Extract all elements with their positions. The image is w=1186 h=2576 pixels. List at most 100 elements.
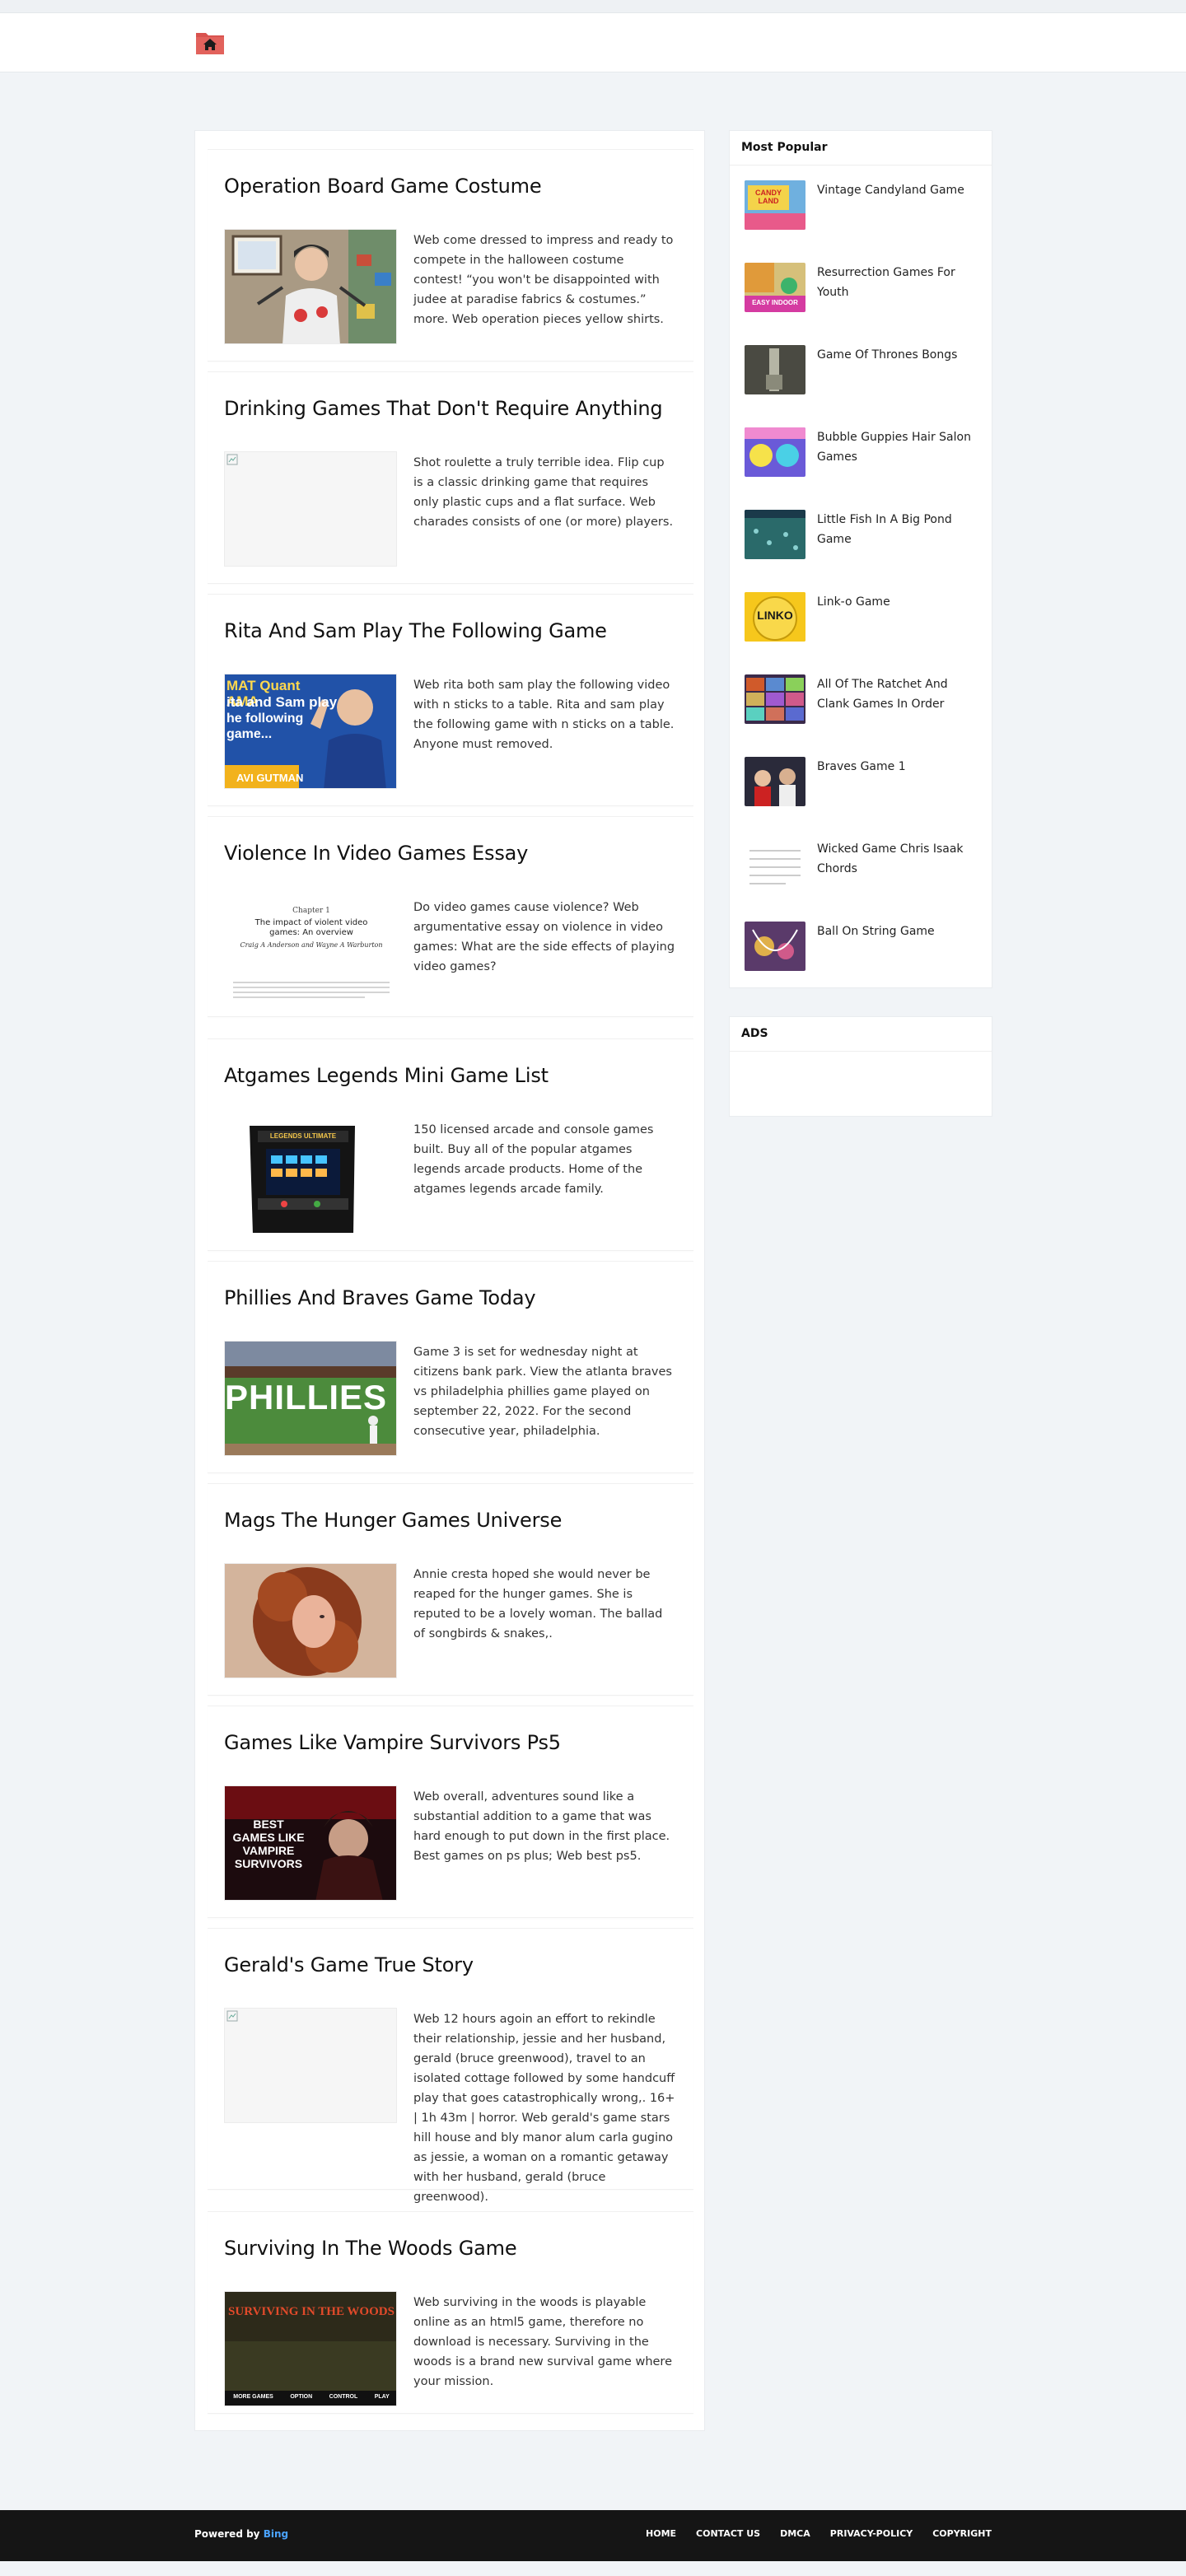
popular-item[interactable]: Wicked Game Chris Isaak Chords xyxy=(745,839,983,889)
article-title[interactable]: Mags The Hunger Games Universe xyxy=(224,1509,562,1532)
game-menu-label: CONTROL xyxy=(329,2394,358,2400)
popular-thumbnail[interactable]: EASY INDOOR xyxy=(745,263,805,312)
game-menu-label: PLAY xyxy=(374,2394,390,2400)
ads-panel: ADS xyxy=(729,1016,992,1117)
article-card: Violence In Video Games Essay Chapter 1 … xyxy=(208,816,693,1017)
article-list: Operation Board Game Costume Web come dr… xyxy=(194,130,705,2431)
article-card: Gerald's Game True Story Web 12 hours ag… xyxy=(208,1928,693,2204)
bing-link[interactable]: Bing xyxy=(264,2528,288,2540)
article-title[interactable]: Games Like Vampire Survivors Ps5 xyxy=(224,1731,561,1754)
popular-item-label[interactable]: Little Fish In A Big Pond Game xyxy=(817,510,982,549)
article-thumbnail[interactable]: SURVIVING IN THE WOODS MORE GAMES OPTION… xyxy=(224,2291,397,2406)
thumbnail-caption: he following game... xyxy=(226,712,304,741)
site-header xyxy=(0,13,1186,72)
popular-item[interactable]: Bubble Guppies Hair Salon Games xyxy=(745,427,983,477)
popular-item[interactable]: EASY INDOOR Resurrection Games For Youth xyxy=(745,263,983,312)
article-summary: Game 3 is set for wednesday night at cit… xyxy=(413,1346,672,1438)
broken-image-icon xyxy=(226,2010,238,2022)
popular-thumbnail[interactable]: CANDY LAND xyxy=(745,180,805,230)
sidebar: Most Popular CANDY LAND Vintage Candylan… xyxy=(729,130,992,1117)
article-thumbnail[interactable]: MAT Quant AMA ita and Sam play he follow… xyxy=(224,674,397,789)
thumbnail-caption: AVI GUTMAN xyxy=(236,772,304,784)
popular-item-label[interactable]: Link-o Game xyxy=(817,592,982,612)
article-title[interactable]: Gerald's Game True Story xyxy=(224,1953,474,1976)
broken-image-icon xyxy=(226,454,238,465)
article-card: Surviving In The Woods Game SURVIVING IN… xyxy=(208,2211,693,2414)
article-card: Phillies And Braves Game Today PHILLIES … xyxy=(208,1261,693,1473)
top-strip xyxy=(0,0,1186,13)
popular-item[interactable]: All Of The Ratchet And Clank Games In Or… xyxy=(745,674,983,724)
article-summary: Web rita both sam play the following vid… xyxy=(413,679,675,751)
article-thumbnail[interactable]: LEGENDS ULTIMATE xyxy=(224,1118,397,1234)
article-title[interactable]: Operation Board Game Costume xyxy=(224,175,542,198)
popular-item[interactable]: Ball On String Game xyxy=(745,922,983,971)
popular-thumbnail[interactable] xyxy=(745,674,805,724)
popular-item-label[interactable]: Vintage Candyland Game xyxy=(817,180,982,200)
article-thumbnail[interactable] xyxy=(224,229,397,344)
article-summary: 150 licensed arcade and console games bu… xyxy=(413,1123,654,1196)
site-footer: Powered by Bing HOME CONTACT US DMCA PRI… xyxy=(0,2510,1186,2561)
article-card: Operation Board Game Costume Web come dr… xyxy=(208,149,693,362)
footer-nav: HOME CONTACT US DMCA PRIVACY-POLICY COPY… xyxy=(646,2528,992,2539)
article-thumbnail[interactable]: PHILLIES xyxy=(224,1341,397,1456)
popular-thumbnail[interactable] xyxy=(745,922,805,971)
thumbnail-caption: LEGENDS ULTIMATE xyxy=(269,1132,337,1140)
article-thumbnail[interactable]: BEST GAMES LIKE VAMPIRE SURVIVORS xyxy=(224,1785,397,1901)
article-summary: Shot roulette a truly terrible idea. Fli… xyxy=(413,456,674,529)
popular-item[interactable]: CANDY LAND Vintage Candyland Game xyxy=(745,180,983,230)
thumbnail-caption: EASY INDOOR xyxy=(752,299,798,306)
popular-item-label[interactable]: Resurrection Games For Youth xyxy=(817,263,982,302)
popular-thumbnail[interactable] xyxy=(745,757,805,806)
popular-item-label[interactable]: Bubble Guppies Hair Salon Games xyxy=(817,427,982,467)
article-summary: Web 12 hours agoin an effort to rekindle… xyxy=(413,2013,675,2204)
popular-item[interactable]: Game Of Thrones Bongs xyxy=(745,345,983,394)
popular-item-label[interactable]: Ball On String Game xyxy=(817,922,982,941)
home-icon[interactable] xyxy=(194,28,226,56)
article-card: Atgames Legends Mini Game List LEGENDS U… xyxy=(208,1038,693,1251)
footer-link-home[interactable]: HOME xyxy=(646,2528,676,2539)
article-title[interactable]: Drinking Games That Don't Require Anythi… xyxy=(224,397,663,420)
footer-link-dmca[interactable]: DMCA xyxy=(780,2528,810,2539)
popular-item-label[interactable]: Braves Game 1 xyxy=(817,757,982,777)
powered-by-label: Powered by xyxy=(194,2528,260,2540)
game-menu-label: MORE GAMES xyxy=(233,2394,273,2400)
article-thumbnail[interactable] xyxy=(224,2008,397,2123)
popular-item[interactable]: Braves Game 1 xyxy=(745,757,983,806)
article-thumbnail[interactable]: Chapter 1 The impact of violent video ga… xyxy=(224,896,397,1011)
thumbnail-caption: PHILLIES xyxy=(225,1378,388,1416)
article-card: Mags The Hunger Games Universe Annie cre… xyxy=(208,1483,693,1696)
article-title[interactable]: Violence In Video Games Essay xyxy=(224,842,528,865)
article-card: Drinking Games That Don't Require Anythi… xyxy=(208,371,693,584)
popular-thumbnail[interactable] xyxy=(745,427,805,477)
popular-item[interactable]: LINKO Link-o Game xyxy=(745,592,983,642)
footer-link-privacy[interactable]: PRIVACY-POLICY xyxy=(830,2528,913,2539)
most-popular-panel: Most Popular CANDY LAND Vintage Candylan… xyxy=(729,130,992,988)
article-thumbnail[interactable] xyxy=(224,451,397,567)
popular-thumbnail[interactable] xyxy=(745,839,805,889)
article-title[interactable]: Surviving In The Woods Game xyxy=(224,2237,517,2260)
ads-heading: ADS xyxy=(730,1017,992,1052)
article-title[interactable]: Phillies And Braves Game Today xyxy=(224,1286,536,1309)
article-summary: Web surviving in the woods is playable o… xyxy=(413,2296,672,2388)
popular-item-label[interactable]: Wicked Game Chris Isaak Chords xyxy=(817,839,982,879)
article-card: Games Like Vampire Survivors Ps5 BEST GA… xyxy=(208,1706,693,1918)
thumbnail-caption: SURVIVING IN THE WOODS xyxy=(228,2305,395,2318)
article-summary: Web overall, adventures sound like a sub… xyxy=(413,1790,670,1863)
article-summary: Do video games cause violence? Web argum… xyxy=(413,901,675,973)
popular-item-label[interactable]: All Of The Ratchet And Clank Games In Or… xyxy=(817,674,982,714)
popular-item[interactable]: Little Fish In A Big Pond Game xyxy=(745,510,983,559)
popular-thumbnail[interactable] xyxy=(745,345,805,394)
popular-thumbnail[interactable]: LINKO xyxy=(745,592,805,642)
article-thumbnail[interactable] xyxy=(224,1563,397,1678)
most-popular-heading: Most Popular xyxy=(730,131,992,166)
footer-link-copyright[interactable]: COPYRIGHT xyxy=(932,2528,992,2539)
article-summary: Web come dressed to impress and ready to… xyxy=(413,234,674,326)
thumbnail-caption: LINKO xyxy=(757,609,793,622)
article-summary: Annie cresta hoped she would never be re… xyxy=(413,1568,663,1640)
popular-thumbnail[interactable] xyxy=(745,510,805,559)
thumbnail-caption: ita and Sam play xyxy=(226,694,338,710)
footer-link-contact[interactable]: CONTACT US xyxy=(696,2528,760,2539)
article-title[interactable]: Atgames Legends Mini Game List xyxy=(224,1064,549,1087)
popular-item-label[interactable]: Game Of Thrones Bongs xyxy=(817,345,982,365)
article-title[interactable]: Rita And Sam Play The Following Game xyxy=(224,619,607,642)
